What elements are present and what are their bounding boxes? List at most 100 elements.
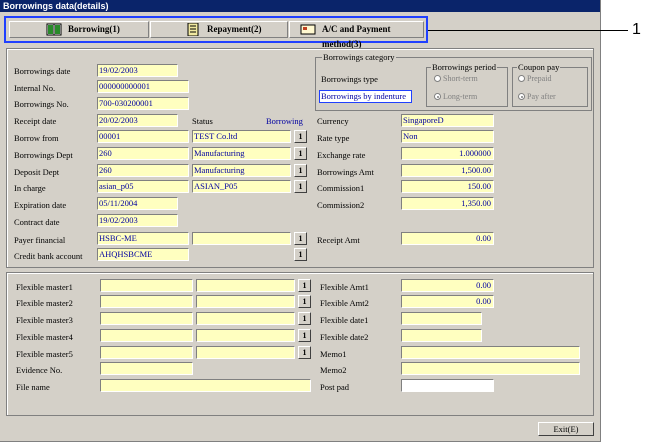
memo1-field[interactable] xyxy=(401,346,580,359)
borrowings-amt-field[interactable]: 1,500.00 xyxy=(401,164,494,177)
payer-financial-lookup-button[interactable]: 1 xyxy=(294,232,307,245)
status-label: Status xyxy=(192,116,213,126)
commission1-field[interactable]: 150.00 xyxy=(401,180,494,193)
flexible-amt1-label: Flexible Amt1 xyxy=(320,282,369,292)
borrow-from-lookup-button[interactable]: 1 xyxy=(294,130,307,143)
currency-label: Currency xyxy=(317,116,349,126)
borrowings-no-label: Borrowings No. xyxy=(14,99,69,109)
borrowings-date-field[interactable]: 19/02/2003 xyxy=(97,64,178,77)
payer-financial-name-field xyxy=(192,232,291,245)
receipt-date-field[interactable]: 20/02/2003 xyxy=(97,114,178,127)
exchange-rate-field[interactable]: 1.000000 xyxy=(401,147,494,160)
ledger-icon xyxy=(187,23,199,36)
borrowings-type-field[interactable]: Borrowings by indenture xyxy=(319,90,412,103)
flexible-master4-name-field xyxy=(196,329,295,342)
pay-after-radio[interactable]: Pay after xyxy=(518,92,556,102)
borrow-from-name-field: TEST Co.ltd xyxy=(192,130,291,143)
commission2-label: Commission2 xyxy=(317,200,365,210)
contract-date-label: Contract date xyxy=(14,217,60,227)
payer-financial-label: Payer financial xyxy=(14,235,66,245)
file-name-field[interactable] xyxy=(100,379,311,392)
flexible-master5-lookup-button[interactable]: 1 xyxy=(298,346,311,359)
contract-date-field[interactable]: 19/02/2003 xyxy=(97,214,178,227)
long-term-radio[interactable]: Long-term xyxy=(434,92,477,102)
tab-bar: Borrowing(1) Repayment(2) A/C and Paymen… xyxy=(4,16,428,49)
borrowings-category-title: Borrowings category xyxy=(322,52,396,63)
flexible-date1-field[interactable] xyxy=(401,312,482,325)
flexible-master4-lookup-button[interactable]: 1 xyxy=(298,329,311,342)
credit-bank-label: Credit bank account xyxy=(14,251,83,261)
file-name-label: File name xyxy=(16,382,50,392)
book-icon xyxy=(46,23,62,36)
post-pad-label: Post pad xyxy=(320,382,350,392)
flexible-master2-name-field xyxy=(196,295,295,308)
commission2-field[interactable]: 1,350.00 xyxy=(401,197,494,210)
flexible-master4-field[interactable] xyxy=(100,329,193,342)
exit-button[interactable]: Exit(E) xyxy=(538,422,594,436)
post-pad-field[interactable] xyxy=(401,379,494,392)
deposit-dept-code-field[interactable]: 260 xyxy=(97,164,189,177)
flexible-panel xyxy=(6,272,594,416)
tab-borrowing[interactable]: Borrowing(1) xyxy=(9,21,149,38)
internal-no-field[interactable]: 000000000001 xyxy=(97,80,189,93)
borrow-from-code-field[interactable]: 00001 xyxy=(97,130,189,143)
credit-bank-code-field[interactable]: AHQHSBCME xyxy=(97,248,189,261)
flexible-amt2-field[interactable]: 0.00 xyxy=(401,295,494,308)
flexible-master2-field[interactable] xyxy=(100,295,193,308)
payer-financial-code-field[interactable]: HSBC-ME xyxy=(97,232,189,245)
deposit-dept-label: Deposit Dept xyxy=(14,167,60,177)
tab-borrowing-label: Borrowing(1) xyxy=(68,24,120,34)
window-title: Borrowings data(details) xyxy=(0,0,600,12)
tab-ac-payment[interactable]: A/C and Payment method(3) xyxy=(289,21,424,49)
in-charge-lookup-button[interactable]: 1 xyxy=(294,180,307,193)
in-charge-code-field[interactable]: asian_p05 xyxy=(97,180,189,193)
credit-bank-lookup-button[interactable]: 1 xyxy=(294,248,307,261)
borrowings-date-label: Borrowings date xyxy=(14,66,71,76)
receipt-amt-field[interactable]: 0.00 xyxy=(401,232,494,245)
short-term-radio[interactable]: Short-term xyxy=(434,74,478,84)
flexible-master3-field[interactable] xyxy=(100,312,193,325)
currency-field[interactable]: SingaporeD xyxy=(401,114,494,127)
borrowings-no-field[interactable]: 700-030200001 xyxy=(97,97,189,110)
flexible-master1-label: Flexible master1 xyxy=(16,282,73,292)
flexible-master1-lookup-button[interactable]: 1 xyxy=(298,279,311,292)
deposit-dept-lookup-button[interactable]: 1 xyxy=(294,164,307,177)
flexible-date2-field[interactable] xyxy=(401,329,482,342)
receipt-date-label: Receipt date xyxy=(14,116,57,126)
borrowings-type-label: Borrowings type xyxy=(321,74,378,84)
flexible-master5-name-field xyxy=(196,346,295,359)
flexible-amt1-field[interactable]: 0.00 xyxy=(401,279,494,292)
flexible-date1-label: Flexible date1 xyxy=(320,315,369,325)
prepaid-radio[interactable]: Prepaid xyxy=(518,74,551,84)
coupon-pay-title: Coupon pay xyxy=(517,62,561,73)
borrowings-dept-lookup-button[interactable]: 1 xyxy=(294,147,307,160)
expiration-date-field[interactable]: 05/11/2004 xyxy=(97,197,178,210)
commission1-label: Commission1 xyxy=(317,183,365,193)
borrowings-window: Borrowings data(details) Borrowing(1) Re… xyxy=(0,0,601,442)
borrowings-dept-label: Borrowings Dept xyxy=(14,150,73,160)
borrowings-dept-code-field[interactable]: 260 xyxy=(97,147,189,160)
rate-type-field[interactable]: Non xyxy=(401,130,494,143)
rate-type-label: Rate type xyxy=(317,133,350,143)
flexible-date2-label: Flexible date2 xyxy=(320,332,369,342)
tab-repayment[interactable]: Repayment(2) xyxy=(150,21,288,38)
flexible-master4-label: Flexible master4 xyxy=(16,332,73,342)
borrowings-period-title: Borrowings period xyxy=(431,62,497,73)
flexible-master3-lookup-button[interactable]: 1 xyxy=(298,312,311,325)
status-value: Borrowing xyxy=(266,116,303,126)
flexible-master1-name-field xyxy=(196,279,295,292)
flexible-amt2-label: Flexible Amt2 xyxy=(320,298,369,308)
flexible-master5-field[interactable] xyxy=(100,346,193,359)
flexible-master5-label: Flexible master5 xyxy=(16,349,73,359)
evidence-no-field[interactable] xyxy=(100,362,193,375)
borrowings-amt-label: Borrowings Amt xyxy=(317,167,374,177)
flexible-master2-lookup-button[interactable]: 1 xyxy=(298,295,311,308)
internal-no-label: Internal No. xyxy=(14,83,56,93)
flexible-master1-field[interactable] xyxy=(100,279,193,292)
memo2-label: Memo2 xyxy=(320,365,347,375)
deposit-dept-name-field: Manufacturing xyxy=(192,164,291,177)
memo1-label: Memo1 xyxy=(320,349,347,359)
flexible-master2-label: Flexible master2 xyxy=(16,298,73,308)
in-charge-label: In charge xyxy=(14,183,46,193)
memo2-field[interactable] xyxy=(401,362,580,375)
